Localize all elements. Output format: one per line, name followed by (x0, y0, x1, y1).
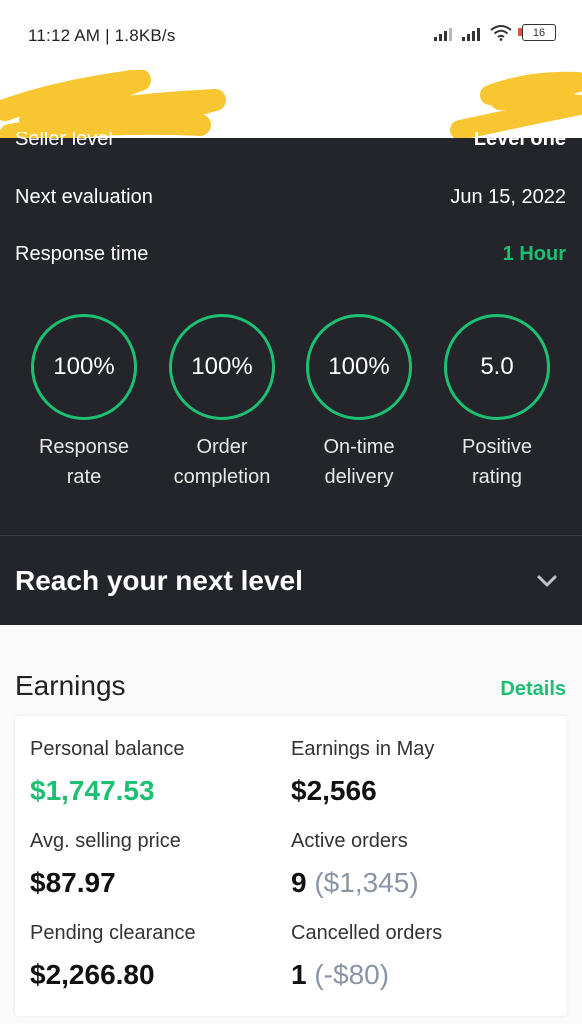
metric-order-completion: 100% Order completion (153, 314, 291, 492)
active-orders-label: Active orders (291, 830, 408, 852)
active-orders-amount: ($1,345) (314, 867, 419, 898)
status-time-speed: 11:12 AM | 1.8KB/s (28, 26, 176, 45)
seller-level-label: Seller level (15, 132, 113, 150)
metric-positive-rating: 5.0 Positive rating (428, 314, 566, 492)
next-evaluation-value: Jun 15, 2022 (450, 186, 566, 208)
metric-circle: 100% (31, 314, 137, 420)
cancelled-orders-count: 1 (291, 959, 307, 990)
cancelled-orders: Cancelled orders 1 (-$80) (291, 922, 541, 991)
status-bar: 11:12 AM | 1.8KB/s 16 (0, 0, 582, 70)
reach-next-level-title: Reach your next level (15, 565, 303, 596)
earnings-card: Personal balance $1,747.53 Earnings in M… (15, 716, 567, 1016)
cancelled-orders-amount: (-$80) (314, 959, 390, 990)
response-time-row: Response time 1 Hour (15, 243, 566, 266)
chevron-down-icon[interactable] (536, 570, 558, 592)
avg-selling-price-label: Avg. selling price (30, 830, 181, 852)
battery-icon: 16 (518, 24, 556, 41)
seller-stats-panel: Seller level Level one Next evaluation J… (0, 132, 582, 535)
active-orders-count: 9 (291, 867, 307, 898)
metric-label-line: rate (66, 466, 102, 488)
metric-label: Order completion (153, 432, 291, 492)
reach-next-level-toggle[interactable]: Reach your next level (0, 535, 582, 625)
metric-label-line: On-time (323, 436, 395, 458)
redaction-right (450, 71, 582, 138)
pending-clearance-label: Pending clearance (30, 922, 196, 944)
wifi-icon (490, 24, 512, 41)
signal-icon (462, 25, 480, 41)
seller-level-row: Seller level Level one (15, 132, 566, 152)
metric-on-time-delivery: 100% On-time delivery (290, 314, 428, 492)
metric-circle: 100% (306, 314, 412, 420)
metric-label-line: completion (173, 466, 271, 488)
earnings-details-link[interactable]: Details (500, 678, 566, 701)
seller-level-value: Level one (473, 132, 566, 150)
redaction-left (0, 70, 226, 138)
metric-label: Response rate (15, 432, 153, 492)
pending-clearance: Pending clearance $2,266.80 (30, 922, 280, 991)
cancelled-orders-value: 1 (-$80) (291, 959, 541, 991)
metric-circle: 5.0 (444, 314, 550, 420)
next-evaluation-label: Next evaluation (15, 186, 153, 208)
metric-label-line: Response (38, 436, 130, 458)
metric-label-line: Order (196, 436, 248, 458)
signal-icon (434, 25, 452, 41)
personal-balance-value: $1,747.53 (30, 775, 155, 806)
active-orders-value: 9 ($1,345) (291, 867, 541, 899)
status-icons: 16 (434, 24, 556, 41)
metric-label-line: rating (471, 466, 523, 488)
personal-balance: Personal balance $1,747.53 (30, 738, 280, 807)
personal-balance-label: Personal balance (30, 738, 185, 760)
pending-clearance-value: $2,266.80 (30, 959, 155, 990)
avg-selling-price-value: $87.97 (30, 867, 116, 898)
profile-header (0, 70, 582, 138)
metric-circle: 100% (169, 314, 275, 420)
metric-label: Positive rating (428, 432, 566, 492)
earnings-in-may: Earnings in May $2,566 (291, 738, 541, 807)
active-orders: Active orders 9 ($1,345) (291, 830, 541, 899)
earnings-title: Earnings (15, 670, 126, 701)
earnings-in-may-label: Earnings in May (291, 738, 435, 760)
metric-label-line: Positive (461, 436, 533, 458)
response-time-value: 1 Hour (502, 243, 566, 265)
avg-selling-price: Avg. selling price $87.97 (30, 830, 280, 899)
next-evaluation-row: Next evaluation Jun 15, 2022 (15, 186, 566, 209)
metric-response-rate: 100% Response rate (15, 314, 153, 492)
metric-label-line: delivery (324, 466, 394, 488)
response-time-label: Response time (15, 243, 149, 265)
battery-level: 16 (532, 26, 546, 39)
earnings-in-may-value: $2,566 (291, 775, 377, 806)
metric-label: On-time delivery (290, 432, 428, 492)
cancelled-orders-label: Cancelled orders (291, 922, 443, 944)
